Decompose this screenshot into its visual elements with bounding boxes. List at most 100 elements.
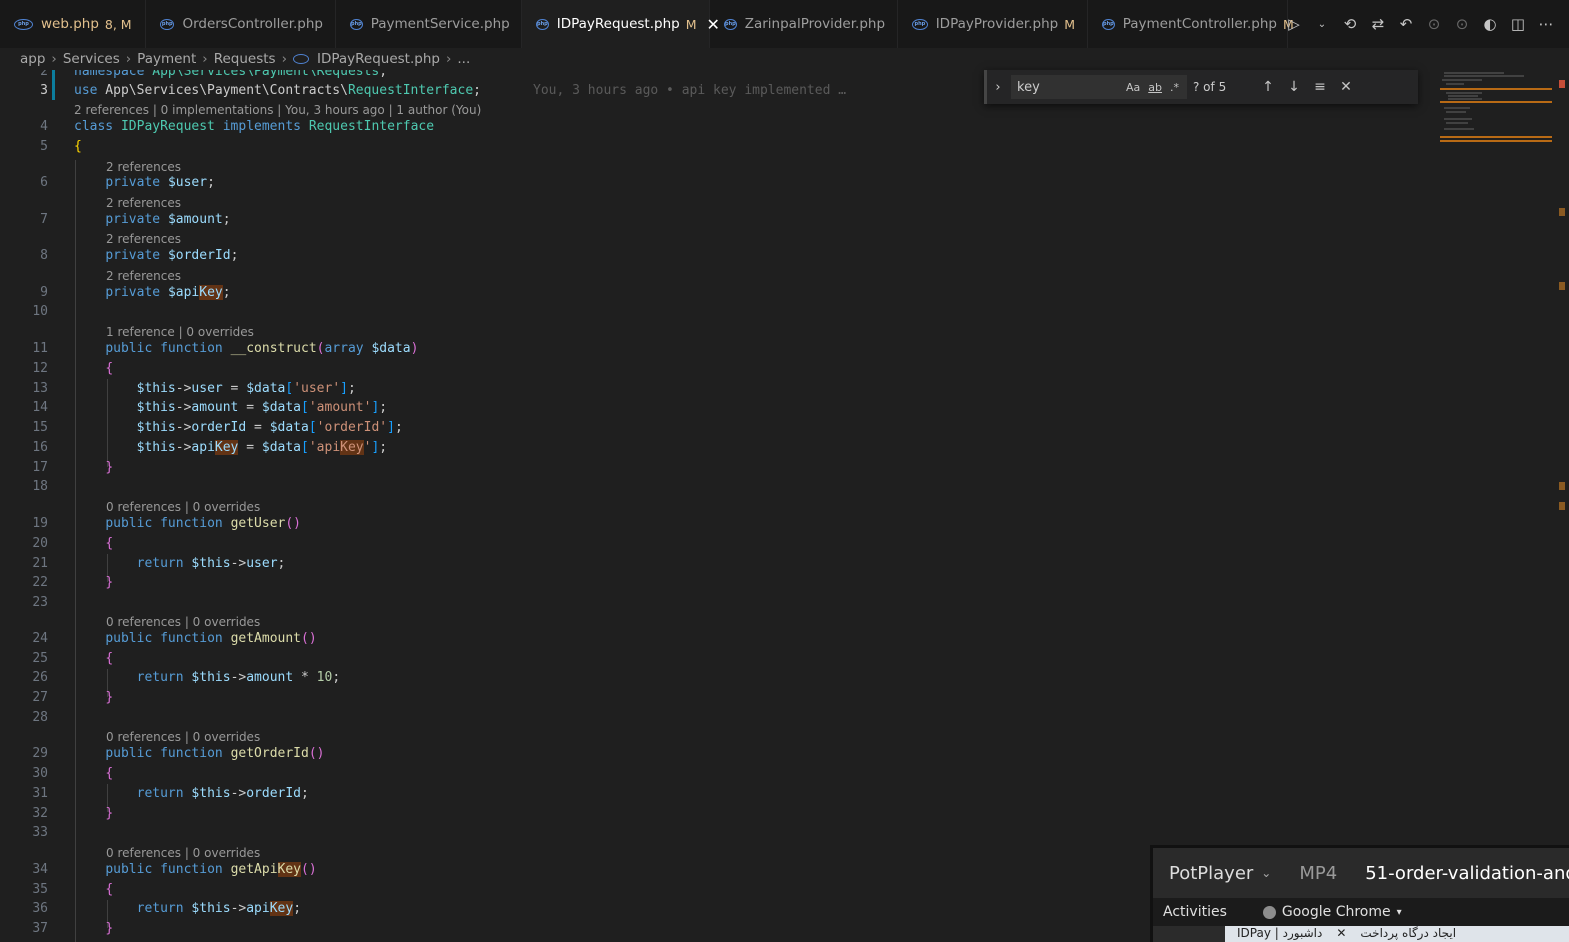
tab-payment-controller[interactable]: php PaymentController.php M — [1088, 0, 1294, 48]
breadcrumb: app › Services › Payment › Requests › IDPayR… — [0, 48, 1569, 70]
line-number: 13 — [32, 381, 48, 396]
line-number: 17 — [32, 460, 48, 475]
line-number: 3 — [40, 83, 48, 98]
compare-changes-icon[interactable]: ⇄ — [1369, 15, 1387, 33]
find-widget: › key Aa ab .* ? of 5 ↑ ↓ ≡ ✕ — [984, 70, 1418, 104]
line-number: 2 — [40, 70, 48, 79]
previous-change-icon[interactable]: ⊙ — [1425, 15, 1443, 33]
code-line: public function getUser() — [105, 516, 302, 531]
git-lens-icon[interactable]: ◐ — [1481, 15, 1499, 33]
code-lens[interactable]: 2 references — [106, 269, 181, 283]
line-number: 29 — [32, 746, 48, 761]
find-input[interactable]: key Aa ab .* — [1011, 75, 1187, 99]
line-number: 25 — [32, 651, 48, 666]
potplayer-menu[interactable]: PotPlayer — [1169, 863, 1253, 884]
chevron-right-icon: › — [445, 51, 452, 67]
line-number: 10 — [32, 304, 48, 319]
code-editor[interactable]: 2 namespace App\Services\Payment\Request… — [0, 70, 1435, 942]
line-number: 15 — [32, 420, 48, 435]
breadcrumb-item[interactable]: app — [20, 51, 45, 67]
minimap-line — [1444, 118, 1472, 120]
code-lens[interactable]: 0 references | 0 overrides — [106, 846, 260, 860]
match-whole-word-toggle[interactable]: ab — [1148, 81, 1162, 94]
tab-orders-controller[interactable]: php OrdersController.php — [146, 0, 336, 48]
code-lens[interactable]: 0 references | 0 overrides — [106, 730, 260, 744]
revert-icon[interactable]: ↶ — [1397, 15, 1415, 33]
code-lens[interactable]: 0 references | 0 overrides — [106, 500, 260, 514]
code-lens[interactable]: 2 references — [106, 160, 181, 174]
chrome-icon — [1262, 905, 1276, 919]
breadcrumb-item[interactable]: Payment — [137, 51, 196, 67]
activities-button[interactable]: Activities — [1163, 904, 1227, 920]
media-player-overlay[interactable]: PotPlayer ⌄ MP4 51-order-validation-and … — [1150, 845, 1569, 942]
run-icon[interactable]: ▷ — [1285, 15, 1303, 33]
tab-modified-badge: M — [1064, 16, 1075, 32]
line-number: 23 — [32, 595, 48, 610]
scrollbar-match-marker — [1559, 208, 1565, 216]
tab-idpay-provider[interactable]: php IDPayProvider.php M — [898, 0, 1088, 48]
tab-web-php[interactable]: php web.php 8, M — [0, 0, 146, 48]
chevron-down-icon[interactable]: ⌄ — [1313, 19, 1331, 30]
code-line: return $this->amount * 10; — [136, 670, 341, 685]
code-line: private $user; — [105, 175, 215, 190]
code-line: { — [105, 536, 114, 551]
chevron-down-icon[interactable]: ⌄ — [1261, 866, 1271, 880]
chevron-right-icon: › — [202, 51, 208, 67]
minimap[interactable] — [1436, 70, 1556, 942]
previous-match-arrow-up-icon[interactable]: ↑ — [1255, 79, 1281, 95]
more-actions-icon[interactable]: ⋯ — [1537, 15, 1555, 33]
code-line: return $this->apiKey; — [136, 901, 302, 916]
minimap-line — [1446, 92, 1482, 94]
tab-zarinpal-provider[interactable]: php ZarinpalProvider.php — [710, 0, 898, 48]
breadcrumb-item[interactable]: ... — [457, 51, 470, 67]
line-number: 30 — [32, 766, 48, 781]
line-number: 16 — [32, 440, 48, 455]
close-icon[interactable]: ✕ — [1333, 79, 1359, 95]
minimap-line — [1446, 111, 1466, 113]
php-file-icon: php — [912, 18, 928, 30]
caret-down-icon: ▾ — [1396, 906, 1402, 918]
git-blame-annotation: You, 3 hours ago • api key implemented … — [533, 83, 847, 98]
code-lens[interactable]: 0 references | 0 overrides — [106, 615, 260, 629]
use-regex-toggle[interactable]: .* — [1170, 81, 1179, 94]
chevron-right-icon: › — [51, 51, 57, 67]
code-line: $this->apiKey = $data['apiKey']; — [136, 440, 388, 455]
minimap-line — [1444, 107, 1470, 109]
close-icon[interactable]: ✕ — [1336, 926, 1346, 940]
code-lens[interactable]: 2 references — [106, 196, 181, 210]
potplayer-title-bar[interactable]: PotPlayer ⌄ MP4 51-order-validation-and — [1153, 848, 1569, 898]
minimap-line — [1444, 75, 1524, 77]
split-editor-icon[interactable]: ◫ — [1509, 15, 1527, 33]
line-number: 33 — [32, 825, 48, 840]
chrome-app-menu[interactable]: Google Chrome ▾ — [1262, 904, 1402, 920]
line-number: 5 — [40, 139, 48, 154]
indent-guide — [75, 160, 76, 942]
tab-idpay-request[interactable]: php IDPayRequest.php M ✕ — [522, 0, 720, 48]
breadcrumb-item[interactable]: Requests — [214, 51, 276, 67]
tab-payment-service[interactable]: php PaymentService.php — [336, 0, 522, 48]
code-lens[interactable]: 1 reference | 0 overrides — [106, 325, 254, 339]
php-file-icon: php — [350, 18, 363, 30]
find-in-selection-icon[interactable]: ≡ — [1307, 79, 1333, 95]
timeline-icon[interactable]: ⟲ — [1341, 15, 1359, 33]
line-number: 34 — [32, 862, 48, 877]
next-change-icon[interactable]: ⊙ — [1453, 15, 1471, 33]
match-case-toggle[interactable]: Aa — [1126, 81, 1140, 94]
media-format: MP4 — [1299, 862, 1338, 884]
code-line: } — [105, 460, 114, 475]
editor-actions: ▷ ⌄ ⟲ ⇄ ↶ ⊙ ⊙ ◐ ◫ ⋯ — [1285, 0, 1569, 48]
vertical-scrollbar[interactable] — [1556, 70, 1569, 942]
line-number: 20 — [32, 536, 48, 551]
breadcrumb-item[interactable]: IDPayRequest.php — [317, 51, 440, 67]
line-number: 9 — [40, 285, 48, 300]
toggle-replace-chevron-icon[interactable]: › — [987, 80, 1009, 95]
code-lens[interactable]: 2 references — [106, 232, 181, 246]
code-lens[interactable]: 2 references | 0 implementations | You, … — [74, 103, 481, 117]
php-file-icon: php — [1102, 18, 1115, 30]
minimap-match — [1440, 136, 1552, 138]
chrome-tab[interactable]: IDPay | داشبورد — [1237, 926, 1322, 940]
next-match-arrow-down-icon[interactable]: ↓ — [1281, 79, 1307, 95]
chrome-tab[interactable]: ایجاد درگاه پرداخت — [1360, 926, 1456, 940]
line-number: 18 — [32, 479, 48, 494]
breadcrumb-item[interactable]: Services — [63, 51, 120, 67]
